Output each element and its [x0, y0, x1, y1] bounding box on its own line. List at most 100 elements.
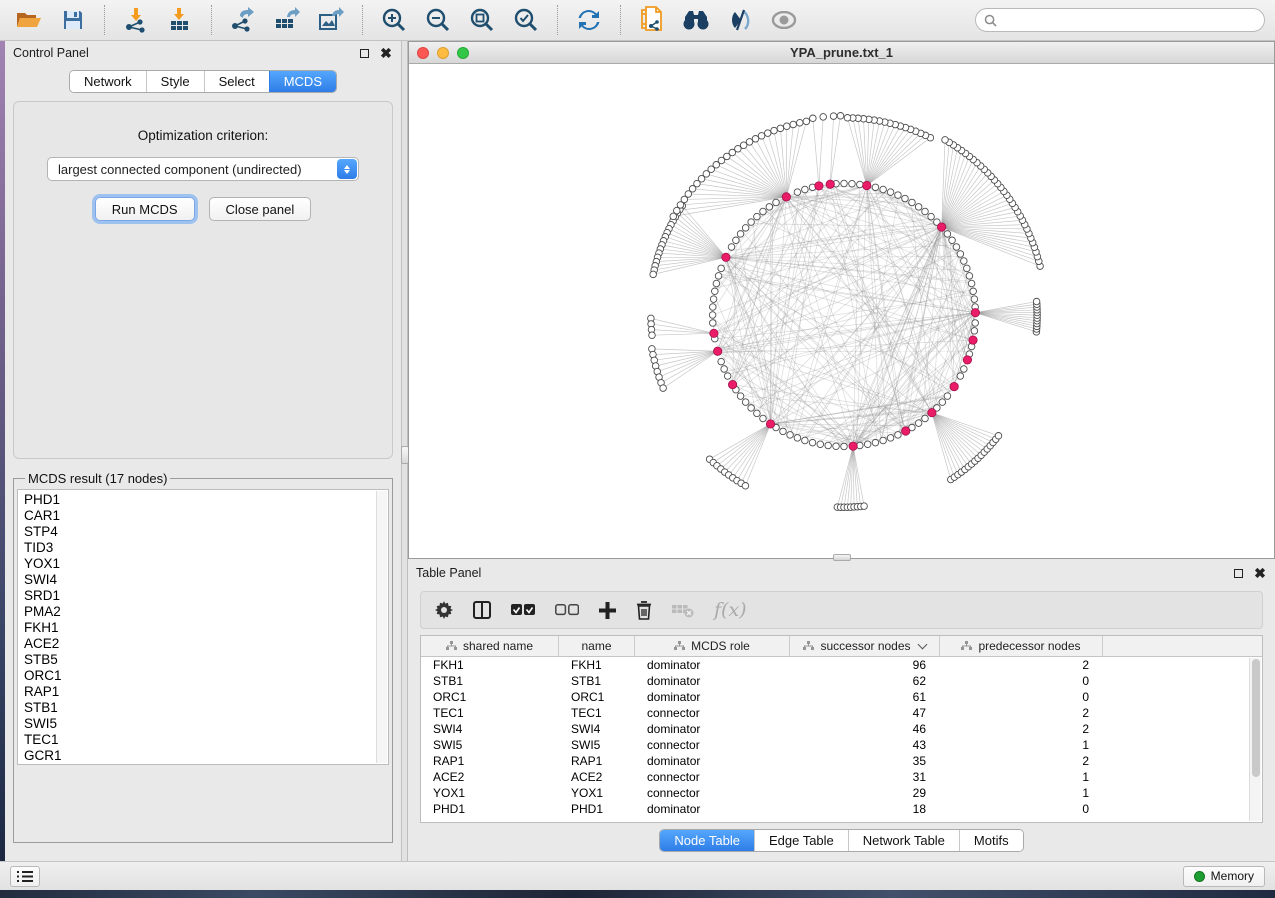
- mcds-result-item[interactable]: PMA2: [24, 604, 388, 620]
- tab-motifs[interactable]: Motifs: [959, 830, 1023, 851]
- network-graph[interactable]: [409, 64, 1274, 558]
- column-header-predecessor-nodes[interactable]: predecessor nodes: [940, 636, 1103, 656]
- mcds-result-item[interactable]: SWI4: [24, 572, 388, 588]
- task-list-icon: [17, 870, 33, 883]
- criterion-dropdown[interactable]: largest connected component (undirected): [47, 157, 359, 181]
- mcds-list-scrollbar[interactable]: [376, 491, 387, 763]
- save-session-icon[interactable]: [54, 4, 92, 36]
- memory-button[interactable]: Memory: [1183, 866, 1265, 887]
- search-binoculars-icon[interactable]: [677, 4, 715, 36]
- float-panel-icon[interactable]: [357, 46, 371, 60]
- close-panel-icon[interactable]: ✖: [379, 46, 393, 60]
- float-table-panel-icon[interactable]: [1231, 566, 1245, 580]
- mcds-result-item[interactable]: CAR1: [24, 508, 388, 524]
- table-row[interactable]: ACE2ACE2connector311: [421, 769, 1262, 785]
- tab-style[interactable]: Style: [146, 71, 204, 92]
- export-image-icon[interactable]: [312, 4, 350, 36]
- mcds-result-item[interactable]: ORC1: [24, 668, 388, 684]
- table-row[interactable]: RAP1RAP1dominator352: [421, 753, 1262, 769]
- cell-mcds-role: connector: [635, 786, 790, 800]
- table-bottom-tabs: Node TableEdge TableNetwork TableMotifs: [659, 829, 1023, 852]
- eye-disabled-icon[interactable]: [765, 4, 803, 36]
- tab-select[interactable]: Select: [204, 71, 269, 92]
- scrollbar-thumb[interactable]: [1252, 659, 1260, 777]
- search-icon: [984, 14, 997, 27]
- deselect-all-icon[interactable]: [555, 604, 579, 616]
- cell-predecessor-nodes: 1: [940, 738, 1103, 752]
- zoom-selected-icon[interactable]: [507, 4, 545, 36]
- mcds-result-item[interactable]: RAP1: [24, 684, 388, 700]
- column-panel-icon[interactable]: [473, 601, 491, 619]
- panel-split-divider[interactable]: [401, 41, 408, 861]
- mcds-result-item[interactable]: STB1: [24, 700, 388, 716]
- cell-predecessor-nodes: 0: [940, 802, 1103, 816]
- column-header-mcds-role[interactable]: MCDS role: [635, 636, 790, 656]
- cell-name: PHD1: [559, 802, 635, 816]
- delete-column-icon[interactable]: [636, 601, 652, 620]
- cell-successor-nodes: 96: [790, 658, 940, 672]
- table-row[interactable]: SWI5SWI5connector431: [421, 737, 1262, 753]
- mcds-result-item[interactable]: TID3: [24, 540, 388, 556]
- tab-mcds[interactable]: MCDS: [269, 71, 336, 92]
- table-row[interactable]: FKH1FKH1dominator962: [421, 657, 1262, 673]
- mcds-result-item[interactable]: SRD1: [24, 588, 388, 604]
- tab-edge-table[interactable]: Edge Table: [754, 830, 848, 851]
- column-header-name[interactable]: name: [559, 636, 635, 656]
- mcds-result-item[interactable]: FKH1: [24, 620, 388, 636]
- open-session-icon[interactable]: [10, 4, 48, 36]
- tab-node-table[interactable]: Node Table: [660, 830, 754, 851]
- cell-shared-name: PHD1: [421, 802, 559, 816]
- hide-panel-icon[interactable]: [721, 4, 759, 36]
- mcds-result-item[interactable]: STP4: [24, 524, 388, 540]
- search-input[interactable]: [1002, 13, 1256, 27]
- table-row[interactable]: STB1STB1dominator620: [421, 673, 1262, 689]
- control-panel-tabs: NetworkStyleSelectMCDS: [69, 70, 337, 93]
- zoom-fit-icon[interactable]: [463, 4, 501, 36]
- cell-predecessor-nodes: 0: [940, 690, 1103, 704]
- mcds-result-title: MCDS result (17 nodes): [25, 471, 170, 486]
- toolbar-separator: [211, 5, 212, 35]
- table-row[interactable]: PHD1PHD1dominator180: [421, 801, 1262, 817]
- mcds-result-item[interactable]: GCR1: [24, 748, 388, 764]
- cell-mcds-role: connector: [635, 738, 790, 752]
- tab-network-table[interactable]: Network Table: [848, 830, 959, 851]
- mcds-result-item[interactable]: STB5: [24, 652, 388, 668]
- tab-network[interactable]: Network: [70, 71, 146, 92]
- mcds-result-item[interactable]: TEC1: [24, 732, 388, 748]
- cell-name: TEC1: [559, 706, 635, 720]
- import-table-icon[interactable]: [161, 4, 199, 36]
- close-panel-button[interactable]: Close panel: [209, 197, 312, 221]
- mcds-result-item[interactable]: PHD1: [24, 492, 388, 508]
- import-network-icon[interactable]: [117, 4, 155, 36]
- table-row[interactable]: YOX1YOX1connector291: [421, 785, 1262, 801]
- network-doc-icon[interactable]: [633, 4, 671, 36]
- mcds-result-item[interactable]: SWI5: [24, 716, 388, 732]
- memory-status-icon: [1194, 871, 1205, 882]
- task-history-button[interactable]: [10, 866, 40, 887]
- network-canvas[interactable]: [409, 64, 1274, 558]
- cell-predecessor-nodes: 1: [940, 770, 1103, 784]
- select-all-icon[interactable]: [511, 604, 535, 616]
- mcds-result-item[interactable]: ACE2: [24, 636, 388, 652]
- column-header-successor-nodes[interactable]: successor nodes: [790, 636, 940, 656]
- zoom-out-icon[interactable]: [419, 4, 457, 36]
- add-column-icon[interactable]: [599, 602, 616, 619]
- export-table-icon[interactable]: [268, 4, 306, 36]
- close-table-panel-icon[interactable]: ✖: [1253, 566, 1267, 580]
- table-row[interactable]: ORC1ORC1dominator610: [421, 689, 1262, 705]
- cell-name: ORC1: [559, 690, 635, 704]
- optimization-criterion-label: Optimization criterion:: [138, 128, 269, 143]
- zoom-in-icon[interactable]: [375, 4, 413, 36]
- table-row[interactable]: TEC1TEC1connector472: [421, 705, 1262, 721]
- horizontal-divider-grip[interactable]: [833, 554, 851, 561]
- table-vertical-scrollbar[interactable]: [1249, 658, 1261, 821]
- run-mcds-button[interactable]: Run MCDS: [95, 197, 195, 221]
- network-window-titlebar[interactable]: YPA_prune.txt_1: [409, 42, 1274, 64]
- export-network-icon[interactable]: [224, 4, 262, 36]
- mcds-result-list[interactable]: PHD1CAR1STP4TID3YOX1SWI4SRD1PMA2FKH1ACE2…: [17, 489, 389, 765]
- refresh-layout-icon[interactable]: [570, 4, 608, 36]
- mcds-result-item[interactable]: YOX1: [24, 556, 388, 572]
- column-header-shared-name[interactable]: shared name: [421, 636, 559, 656]
- table-options-gear-icon[interactable]: [435, 601, 453, 619]
- table-row[interactable]: SWI4SWI4dominator462: [421, 721, 1262, 737]
